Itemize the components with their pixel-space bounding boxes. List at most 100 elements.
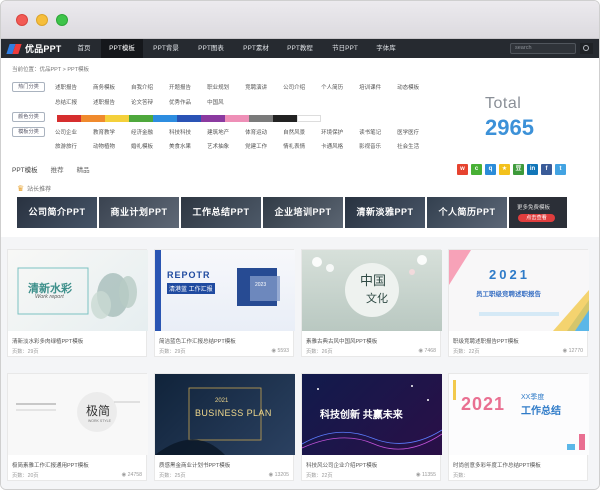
template-category-item[interactable]: 艺术抽象 bbox=[207, 142, 229, 150]
template-title[interactable]: 职级竞聘述职报告PPT模板 bbox=[453, 337, 519, 345]
template-card[interactable]: 2021 员工职级竞聘述职报告 职级竞聘述职报告PPT模板 页数：22页 ◉ 1… bbox=[448, 249, 589, 357]
wechat-icon[interactable]: c bbox=[471, 164, 482, 175]
banner-company-profile[interactable]: 公司简介PPT bbox=[17, 197, 97, 228]
template-title[interactable]: 时尚创意多彩年度工作总结PPT模板 bbox=[453, 461, 541, 469]
nav-ppt-backgrounds[interactable]: PPT背景 bbox=[147, 39, 185, 58]
template-title[interactable]: 质感黑金商业计划书PPT模板 bbox=[159, 461, 230, 469]
template-category-item[interactable]: 科技科技 bbox=[169, 128, 191, 136]
more-templates-banner[interactable]: 更多免费模板 点击查看 bbox=[509, 197, 567, 228]
tab-recommended[interactable]: 推荐 bbox=[51, 164, 64, 176]
color-swatch[interactable] bbox=[57, 115, 81, 122]
template-category-item[interactable]: 公司企业 bbox=[55, 128, 77, 136]
hot-category-item[interactable]: 自我介绍 bbox=[131, 83, 153, 91]
nav-ppt-charts[interactable]: PPT图表 bbox=[192, 39, 230, 58]
template-title[interactable]: 清新淡水彩多肉绿植PPT模板 bbox=[12, 337, 83, 345]
nav-ppt-tutorials[interactable]: PPT教程 bbox=[281, 39, 319, 58]
template-category-item[interactable]: 建筑地产 bbox=[207, 128, 229, 136]
template-category-item[interactable]: 体育运动 bbox=[245, 128, 267, 136]
banner-business-plan[interactable]: 商业计划PPT bbox=[99, 197, 179, 228]
nav-holiday-ppt[interactable]: 节日PPT bbox=[326, 39, 364, 58]
search-input[interactable]: search bbox=[510, 43, 576, 54]
hot-category-item[interactable]: 动态模板 bbox=[397, 83, 419, 91]
template-card[interactable]: 清新水彩 Work report 清新淡水彩多肉绿植PPT模板 页数：29页 bbox=[7, 249, 148, 357]
template-title[interactable]: 极简素雅工作汇报通用PPT模板 bbox=[12, 461, 89, 469]
color-swatch[interactable] bbox=[81, 115, 105, 122]
hot-category-item[interactable]: 中国风 bbox=[207, 98, 224, 106]
color-swatch[interactable] bbox=[105, 115, 129, 122]
template-thumbnail[interactable]: 极简 WORK STYLE bbox=[8, 374, 148, 455]
douban-icon[interactable]: 豆 bbox=[513, 164, 524, 175]
color-swatch[interactable] bbox=[273, 115, 297, 122]
hot-category-item[interactable]: 述职报告 bbox=[55, 83, 77, 91]
hot-category-item[interactable]: 商务模板 bbox=[93, 83, 115, 91]
template-title[interactable]: 简洁蓝色工作汇报总结PPT模板 bbox=[159, 337, 236, 345]
hot-category-item[interactable]: 论文答辩 bbox=[131, 98, 153, 106]
template-category-item[interactable]: 经济金融 bbox=[131, 128, 153, 136]
template-title[interactable]: 素雅古典古风中国风PPT模板 bbox=[306, 337, 377, 345]
template-thumbnail[interactable]: 2021 XX季度 工作总结 bbox=[449, 374, 589, 455]
hot-category-item[interactable]: 公司介绍 bbox=[283, 83, 305, 91]
site-logo[interactable]: 优品PPT bbox=[8, 41, 62, 56]
template-category-item[interactable]: 卡通风格 bbox=[321, 142, 343, 150]
view-more-button[interactable]: 点击查看 bbox=[518, 214, 555, 222]
qzone-icon[interactable]: q bbox=[485, 164, 496, 175]
color-swatch[interactable] bbox=[153, 115, 177, 122]
facebook-icon[interactable]: f bbox=[541, 164, 552, 175]
template-card[interactable]: 2021 BUSINESS PLAN 质感黑金商业计划书PPT模板 页数：25页… bbox=[154, 373, 295, 481]
template-category-item[interactable]: 自然风景 bbox=[283, 128, 305, 136]
color-swatch[interactable] bbox=[297, 115, 321, 122]
template-thumbnail[interactable]: 清新水彩 Work report bbox=[8, 250, 148, 331]
template-title[interactable]: 科技风公司企业介绍PPT模板 bbox=[306, 461, 377, 469]
template-card[interactable]: 科技创新 共赢未来 科技风公司企业介绍PPT模板 页数：22页 ◉ 11355 bbox=[301, 373, 442, 481]
template-category-item[interactable]: 环境保护 bbox=[321, 128, 343, 136]
template-category-item[interactable]: 读书笔记 bbox=[359, 128, 381, 136]
banner-fresh-elegant[interactable]: 清新淡雅PPT bbox=[345, 197, 425, 228]
color-swatch[interactable] bbox=[249, 115, 273, 122]
template-thumbnail[interactable]: 中国 文化 bbox=[302, 250, 442, 331]
template-category-item[interactable]: 医学医疗 bbox=[397, 128, 419, 136]
template-category-item[interactable]: 影视音乐 bbox=[359, 142, 381, 150]
template-category-item[interactable]: 婚礼模板 bbox=[131, 142, 153, 150]
template-card[interactable]: 极简 WORK STYLE 极简素雅工作汇报通用PPT模板 页数：20页 ◉ 2… bbox=[7, 373, 148, 481]
tab-featured[interactable]: 精品 bbox=[77, 164, 90, 176]
hot-category-item[interactable]: 述职报告 bbox=[93, 98, 115, 106]
banner-resume[interactable]: 个人简历PPT bbox=[427, 197, 507, 228]
template-card[interactable]: 中国 文化 素雅古典古风中国风PPT模板 页数：26页 ◉ 7468 bbox=[301, 249, 442, 357]
template-category-item[interactable]: 情礼表情 bbox=[283, 142, 305, 150]
close-window-button[interactable] bbox=[16, 14, 28, 26]
template-category-item[interactable]: 教育教学 bbox=[93, 128, 115, 136]
tab-ppt-templates[interactable]: PPT模板 bbox=[12, 164, 38, 176]
nav-home[interactable]: 首页 bbox=[71, 39, 97, 58]
template-category-item[interactable]: 旅游旅行 bbox=[55, 142, 77, 150]
star-icon[interactable]: ★ bbox=[499, 164, 510, 175]
hot-category-item[interactable]: 竞聘演讲 bbox=[245, 83, 267, 91]
banner-work-summary[interactable]: 工作总结PPT bbox=[181, 197, 261, 228]
weibo-icon[interactable]: w bbox=[457, 164, 468, 175]
template-card[interactable]: 2021 XX季度 工作总结 时尚创意多彩年度工作总结PPT模板 页数： bbox=[448, 373, 589, 481]
template-thumbnail[interactable]: 2021 员工职级竞聘述职报告 bbox=[449, 250, 589, 331]
hot-category-item[interactable]: 优秀作品 bbox=[169, 98, 191, 106]
template-thumbnail[interactable]: REPOTR 清港蓝 工作汇报 2023 bbox=[155, 250, 295, 331]
template-category-item[interactable]: 动物植物 bbox=[93, 142, 115, 150]
color-swatch[interactable] bbox=[129, 115, 153, 122]
banner-corporate-training[interactable]: 企业培训PPT bbox=[263, 197, 343, 228]
hot-category-item[interactable]: 开题报告 bbox=[169, 83, 191, 91]
minimize-window-button[interactable] bbox=[36, 14, 48, 26]
template-category-item[interactable]: 党建工作 bbox=[245, 142, 267, 150]
hot-category-item[interactable]: 职业规划 bbox=[207, 83, 229, 91]
color-swatch[interactable] bbox=[177, 115, 201, 122]
nav-ppt-materials[interactable]: PPT素材 bbox=[237, 39, 275, 58]
template-thumbnail[interactable]: 科技创新 共赢未来 bbox=[302, 374, 442, 455]
maximize-window-button[interactable] bbox=[56, 14, 68, 26]
color-swatch[interactable] bbox=[225, 115, 249, 122]
template-card[interactable]: REPOTR 清港蓝 工作汇报 2023 简洁蓝色工作汇报总结PPT模板 页数：… bbox=[154, 249, 295, 357]
template-category-item[interactable]: 社会生活 bbox=[397, 142, 419, 150]
search-icon[interactable] bbox=[580, 43, 593, 54]
nav-ppt-templates[interactable]: PPT模板 bbox=[101, 39, 143, 58]
twitter-icon[interactable]: t bbox=[555, 164, 566, 175]
template-thumbnail[interactable]: 2021 BUSINESS PLAN bbox=[155, 374, 295, 455]
hot-category-item[interactable]: 个人简历 bbox=[321, 83, 343, 91]
nav-font-library[interactable]: 字体库 bbox=[371, 39, 401, 58]
template-category-item[interactable]: 美食水果 bbox=[169, 142, 191, 150]
linkedin-icon[interactable]: in bbox=[527, 164, 538, 175]
